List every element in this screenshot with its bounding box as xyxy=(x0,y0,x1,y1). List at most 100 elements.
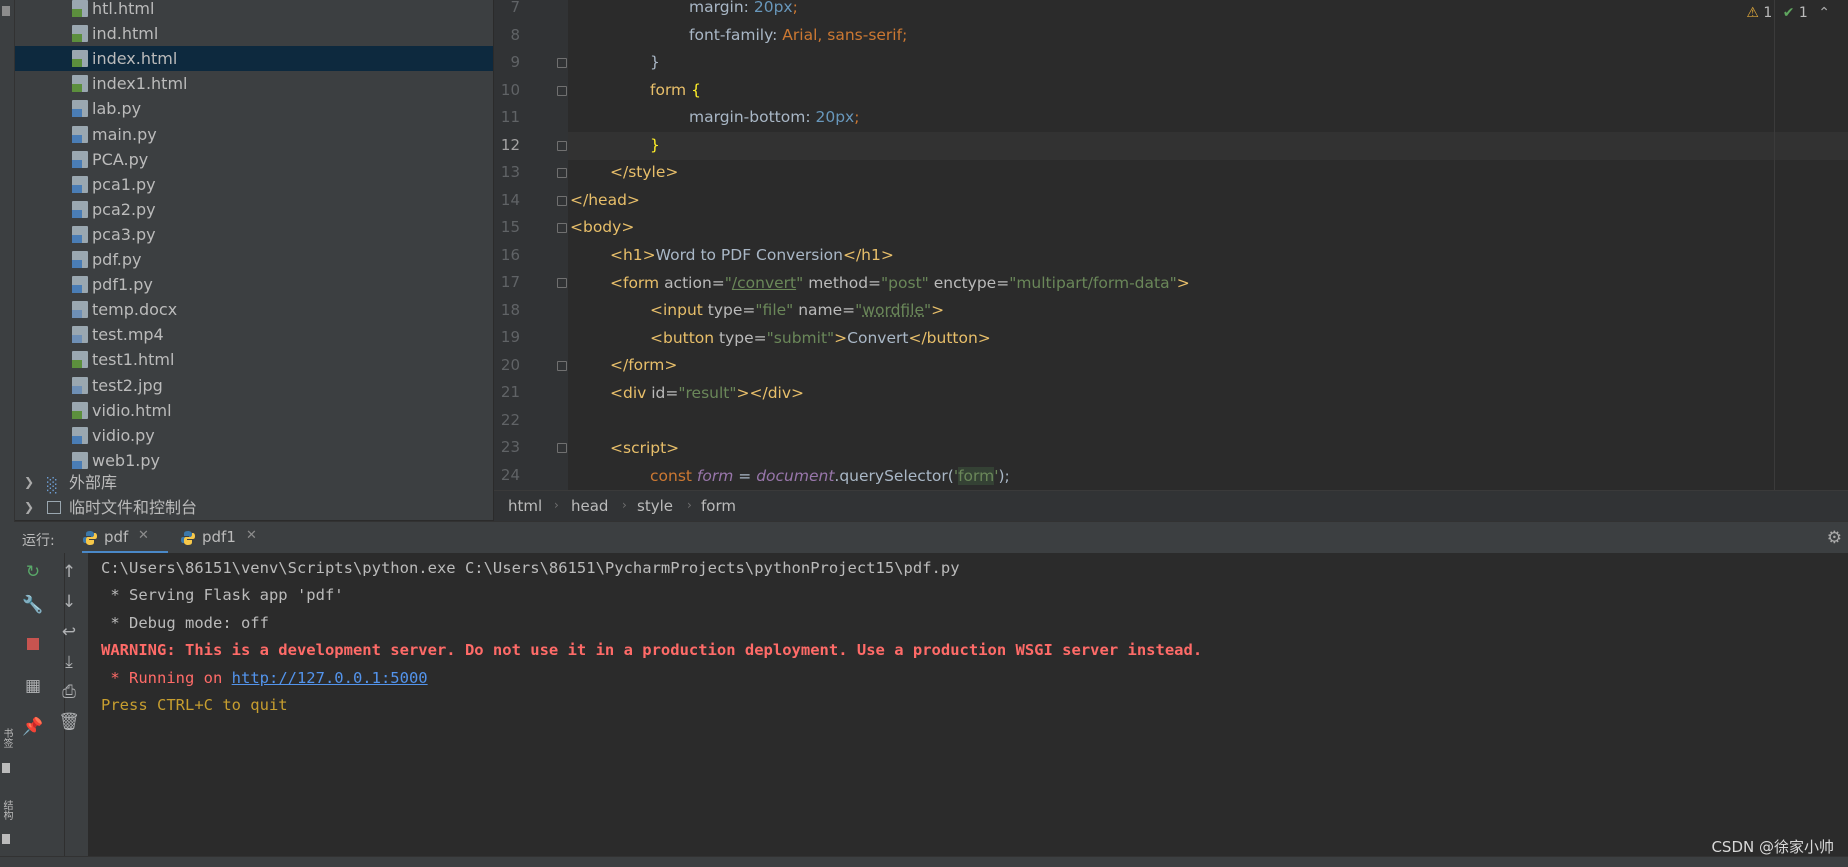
soft-wrap-icon[interactable]: ↩ xyxy=(58,621,80,643)
watermark: CSDN @徐家小帅 xyxy=(1711,838,1834,856)
tree-file-item[interactable]: test.mp4 xyxy=(15,322,493,347)
python-file-icon xyxy=(72,225,88,243)
bottom-tool-strip xyxy=(0,856,1848,867)
tree-file-item[interactable]: pca2.py xyxy=(15,197,493,222)
line-number: 11 xyxy=(500,108,520,126)
code-line-7: margin: 20px; xyxy=(689,0,798,16)
tree-file-item[interactable]: lab.py xyxy=(15,96,493,121)
breadcrumb-html[interactable]: html xyxy=(508,497,542,515)
html-file-icon xyxy=(72,351,88,369)
fold-marker-icon[interactable] xyxy=(557,443,567,453)
tree-file-item[interactable]: main.py xyxy=(15,122,493,147)
code-line-8: font-family: Arial, sans-serif; xyxy=(689,26,908,44)
tree-file-item[interactable]: pdf.py xyxy=(15,247,493,272)
html-file-icon xyxy=(72,25,88,43)
tree-file-item[interactable]: vidio.html xyxy=(15,398,493,423)
warning-icon: ⚠ xyxy=(1746,5,1759,21)
fold-marker-icon[interactable] xyxy=(557,360,567,371)
code-line-12: } xyxy=(650,136,660,154)
tree-file-item[interactable]: pdf1.py xyxy=(15,272,493,297)
arrow-up-icon[interactable]: ↑ xyxy=(58,561,80,583)
tree-file-item[interactable]: pca1.py xyxy=(15,172,493,197)
run-tab-pdf[interactable]: pdf ✕ xyxy=(82,522,168,554)
tree-file-label: pca1.py xyxy=(92,174,156,194)
line-number: 23 xyxy=(500,438,520,456)
structure-tool-label[interactable]: 结构 xyxy=(0,800,14,820)
code-line-17: <form action="/convert" method="post" en… xyxy=(610,274,1190,292)
pin-icon[interactable]: 📌 xyxy=(22,716,44,738)
line-number: 7 xyxy=(510,0,520,16)
tree-external-libraries[interactable]: ❯ ░ 外部库 xyxy=(15,470,493,495)
layout-icon[interactable]: ▦ xyxy=(22,675,44,697)
run-tab-pdf1[interactable]: pdf1 ✕ xyxy=(180,522,280,554)
chevron-up-icon[interactable]: ⌃ xyxy=(1818,5,1830,21)
rerun-icon[interactable]: ↻ xyxy=(22,561,44,583)
console-output[interactable]: C:\Users\86151\venv\Scripts\python.exe C… xyxy=(88,553,1848,856)
scroll-to-end-icon[interactable]: ⤓ xyxy=(58,651,80,673)
tree-label: 外部库 xyxy=(69,473,118,492)
fold-marker-icon[interactable] xyxy=(557,223,567,233)
close-icon[interactable]: ✕ xyxy=(138,528,149,543)
code-editor[interactable]: 7 8 9 10 11 12 13 14 15 16 17 18 19 20 21 22 23 24 margin… xyxy=(494,0,1848,490)
tree-file-label: pca3.py xyxy=(92,224,156,244)
chevron-right-icon[interactable]: ❯ xyxy=(24,470,34,495)
tree-file-item[interactable]: vidio.py xyxy=(15,423,493,448)
breadcrumb-head[interactable]: head xyxy=(571,497,608,515)
tree-file-label: test.mp4 xyxy=(92,325,164,345)
fold-marker-icon[interactable] xyxy=(557,278,567,288)
tree-file-item[interactable]: ind.html xyxy=(15,21,493,46)
code-line-9: } xyxy=(650,53,660,71)
fold-marker-icon[interactable] xyxy=(557,195,567,206)
file-icon xyxy=(72,301,88,319)
fold-marker-icon[interactable] xyxy=(557,140,567,151)
code-line-23: <script> xyxy=(610,439,680,457)
tree-file-item[interactable]: pca3.py xyxy=(15,222,493,247)
trash-icon[interactable]: 🗑 xyxy=(58,711,80,733)
code-line-24: const form = document.querySelector('for… xyxy=(650,467,1010,485)
tree-file-item[interactable]: test2.jpg xyxy=(15,373,493,398)
wrench-icon[interactable]: 🔧 xyxy=(22,594,44,616)
chevron-right-icon: › xyxy=(554,498,559,512)
line-number: 18 xyxy=(500,300,520,319)
arrow-down-icon[interactable]: ↓ xyxy=(58,591,80,613)
python-icon xyxy=(83,531,97,545)
console-line: * Debug mode: off xyxy=(101,614,269,632)
tree-file-label: pdf.py xyxy=(92,250,142,269)
fold-marker-icon[interactable] xyxy=(557,58,567,68)
console-line: * Serving Flask app 'pdf' xyxy=(101,586,344,604)
tree-file-item[interactable]: index1.html xyxy=(15,71,493,96)
line-number: 13 xyxy=(500,163,520,181)
chevron-right-icon: › xyxy=(687,498,692,512)
fold-marker-icon[interactable] xyxy=(557,85,567,96)
tree-file-item[interactable]: PCA.py xyxy=(15,147,493,172)
python-file-icon xyxy=(72,150,88,168)
print-icon[interactable]: ⎙ xyxy=(58,681,80,703)
server-url-link[interactable]: http://127.0.0.1:5000 xyxy=(232,669,428,687)
bookmarks-tool-label[interactable]: 书签 xyxy=(0,728,14,748)
file-icon xyxy=(72,376,88,394)
tree-file-item[interactable]: index.html xyxy=(15,46,493,72)
close-icon[interactable]: ✕ xyxy=(246,528,257,543)
gear-icon[interactable]: ⚙ xyxy=(1827,528,1842,548)
left-tool-strip: 书签 结构 xyxy=(0,0,15,866)
breadcrumb-form[interactable]: form xyxy=(701,497,736,515)
tree-file-item[interactable]: htl.html xyxy=(15,0,493,21)
structure-icon xyxy=(2,834,10,844)
project-tree: htl.html ind.html index.html index1.html lab… xyxy=(15,0,493,520)
tree-file-label: index1.html xyxy=(92,74,188,94)
running-prefix: * Running on xyxy=(101,669,232,687)
breadcrumb-style[interactable]: style xyxy=(637,497,673,515)
tab-label: pdf xyxy=(104,528,129,546)
inspection-status[interactable]: ⚠ 1 ✔ 1 ⌃ xyxy=(1746,5,1830,21)
tree-scratches[interactable]: ❯ 临时文件和控制台 xyxy=(15,495,493,520)
chevron-right-icon[interactable]: ❯ xyxy=(24,495,34,520)
project-tool-icon[interactable] xyxy=(2,6,10,16)
run-toolbar: ↻ 🔧 ▦ 📌 ↑ ↓ ↩ ⤓ ⎙ 🗑 xyxy=(14,553,88,866)
stop-icon[interactable] xyxy=(22,633,44,655)
code-line-11: margin-bottom: 20px; xyxy=(689,108,860,126)
html-file-icon xyxy=(72,401,88,419)
tree-file-item[interactable]: temp.docx xyxy=(15,297,493,322)
fold-marker-icon[interactable] xyxy=(557,168,567,178)
tree-file-label: PCA.py xyxy=(92,149,149,169)
tree-file-item[interactable]: test1.html xyxy=(15,347,493,372)
